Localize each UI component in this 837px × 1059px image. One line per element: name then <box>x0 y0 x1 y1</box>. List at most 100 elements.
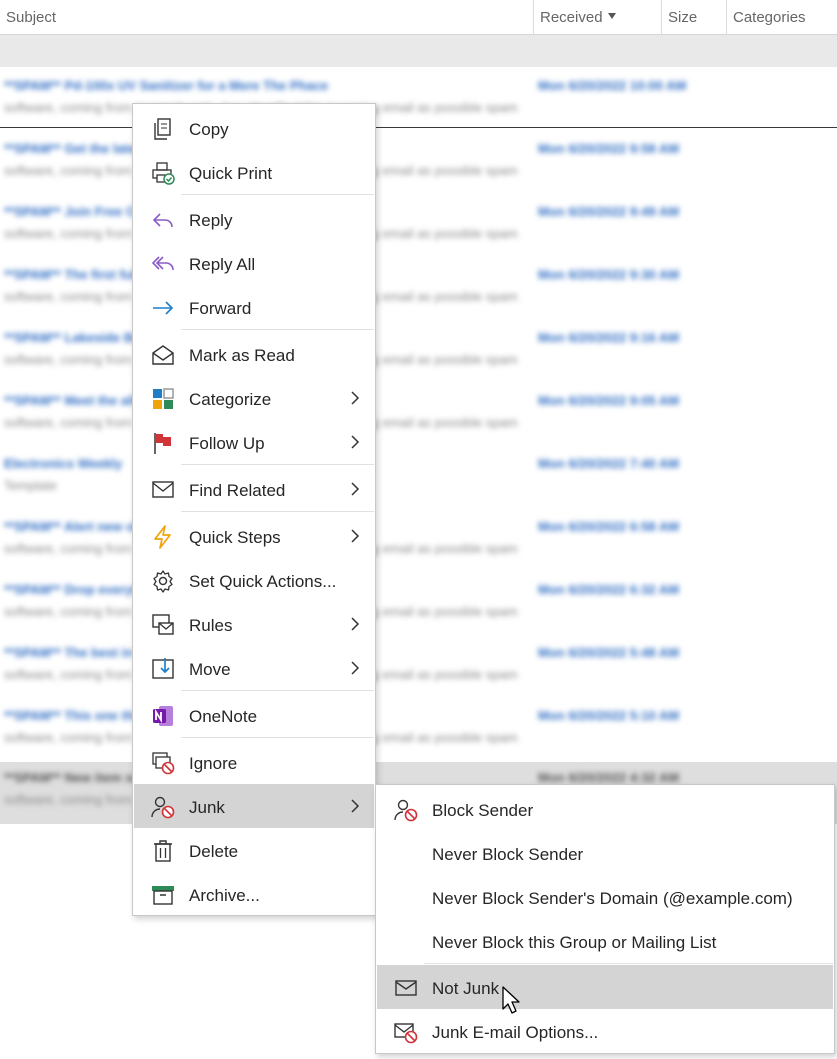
menu-item-forward[interactable]: Forward <box>134 285 374 329</box>
message-date: Mon 6/20/2022 9:05 AM <box>538 393 680 408</box>
menu-item-onenote[interactable]: OneNote <box>134 693 374 737</box>
message-preview: software, coming from 'example.net' - ha… <box>4 163 518 178</box>
menu-item-label: Ignore <box>189 754 238 773</box>
menu-item-label: Never Block Sender's Domain (@example.co… <box>432 889 793 908</box>
menu-item-reply-all[interactable]: Reply All <box>134 241 374 285</box>
menu-item-archive[interactable]: Archive... <box>134 872 374 916</box>
message-row[interactable]: **SPAM** Meet the all new Smartwatch Mon… <box>0 385 837 447</box>
message-preview: software, coming from 'example.net' - ha… <box>4 100 518 115</box>
menu-item-label: Never Block this Group or Mailing List <box>432 933 717 952</box>
forward-arrow-icon <box>153 301 174 315</box>
message-row[interactable]: **SPAM** Join Free Cloud Label Virtual S… <box>0 196 837 258</box>
message-date: Mon 6/20/2022 5:10 AM <box>538 708 680 723</box>
menu-item-label: Copy <box>189 120 229 139</box>
message-date: Mon 6/20/2022 6:58 AM <box>538 519 680 534</box>
chevron-right-icon <box>351 661 360 675</box>
menu-separator <box>181 737 374 738</box>
menu-item-quick-steps[interactable]: Quick Steps <box>134 514 374 558</box>
column-categories-label: Categories <box>733 9 806 26</box>
column-categories[interactable]: Categories <box>726 0 837 35</box>
menu-item-label: Block Sender <box>432 801 534 820</box>
menu-item-not-junk[interactable]: Not Junk <box>377 965 833 1009</box>
rules-icon <box>152 614 174 635</box>
block-sender-icon <box>394 799 418 822</box>
column-subject[interactable]: Subject <box>0 0 533 35</box>
message-row[interactable]: **SPAM** Alert new offer available Mon 6… <box>0 511 837 573</box>
trash-icon <box>154 840 172 862</box>
menu-item-follow-up[interactable]: Follow Up <box>134 420 374 464</box>
menu-item-junk-options[interactable]: Junk E-mail Options... <box>377 1009 833 1053</box>
message-date: Mon 6/20/2022 5:48 AM <box>538 645 680 660</box>
menu-item-junk[interactable]: Junk <box>134 784 374 828</box>
message-row[interactable]: **SPAM** The best in home monitoring mon… <box>0 637 837 699</box>
menu-item-label: Junk <box>189 798 225 817</box>
menu-item-ignore[interactable]: Ignore <box>134 740 374 784</box>
sort-descending-icon <box>607 13 616 20</box>
menu-item-label: Reply <box>189 211 233 230</box>
gear-icon <box>153 570 173 593</box>
menu-item-label: Rules <box>189 616 233 635</box>
menu-item-label: Quick Steps <box>189 528 281 547</box>
menu-item-never-block-domain[interactable]: Never Block Sender's Domain (@example.co… <box>377 875 833 919</box>
menu-item-label: Set Quick Actions... <box>189 572 337 591</box>
menu-item-label: Mark as Read <box>189 346 295 365</box>
chevron-right-icon <box>351 391 360 405</box>
open-envelope-icon <box>152 345 174 365</box>
menu-item-move[interactable]: Move <box>134 646 374 690</box>
message-preview: software, coming from 'example.net' - ha… <box>4 667 518 682</box>
junk-submenu: Block Sender Never Block Sender Never Bl… <box>375 784 835 1054</box>
menu-item-label: Follow Up <box>189 434 265 453</box>
message-preview: software, coming from 'example.net' - ha… <box>4 226 518 241</box>
menu-item-label: Forward <box>189 299 252 318</box>
message-row[interactable]: **SPAM** Lakeside Best Sales Temperature… <box>0 322 837 384</box>
menu-item-categorize[interactable]: Categorize <box>134 376 374 420</box>
message-row[interactable]: **SPAM** This one thing driving drivey M… <box>0 700 837 762</box>
menu-item-copy[interactable]: Copy <box>134 106 374 150</box>
junk-person-block-icon <box>151 796 175 819</box>
menu-item-label: Not Junk <box>432 979 500 998</box>
message-row[interactable]: **SPAM** Drop everything for this Mon 6/… <box>0 574 837 636</box>
menu-item-reply[interactable]: Reply <box>134 197 374 241</box>
message-date: Mon 6/20/2022 9:30 AM <box>538 267 680 282</box>
categorize-icon <box>153 388 174 409</box>
menu-item-rules[interactable]: Rules <box>134 602 374 646</box>
menu-item-label: Delete <box>189 842 239 861</box>
menu-separator <box>181 194 374 195</box>
menu-separator <box>181 690 374 691</box>
column-subject-label: Subject <box>6 9 57 26</box>
message-date: Mon 6/20/2022 7:40 AM <box>538 456 680 471</box>
column-size[interactable]: Size <box>661 0 726 35</box>
chevron-right-icon <box>351 617 360 631</box>
menu-item-set-quick-actions[interactable]: Set Quick Actions... <box>134 558 374 602</box>
onenote-icon <box>153 706 173 726</box>
lightning-icon <box>154 525 171 549</box>
menu-item-mark-as-read[interactable]: Mark as Read <box>134 332 374 376</box>
menu-item-block-sender[interactable]: Block Sender <box>377 787 833 831</box>
message-date: Mon 6/20/2022 6:32 AM <box>538 582 680 597</box>
message-preview: software, coming from 'example.net' - ha… <box>4 289 518 304</box>
menu-item-find-related[interactable]: Find Related <box>134 467 374 511</box>
message-row[interactable]: **SPAM** Pd-100x UV Sanitizer for a Mere… <box>0 70 837 132</box>
message-row[interactable]: **SPAM** The first fully wide arrives to… <box>0 259 837 321</box>
message-preview: software, coming from 'example.net' - ha… <box>4 730 518 745</box>
chevron-right-icon <box>351 435 360 449</box>
message-row[interactable]: Electronics Weekly Mon 6/20/2022 7:40 AM… <box>0 448 837 510</box>
message-subject: **SPAM** Pd-100x UV Sanitizer for a Mere… <box>4 78 329 93</box>
column-received[interactable]: Received <box>533 0 661 35</box>
menu-item-label: OneNote <box>189 707 258 726</box>
mouse-pointer-icon <box>502 986 520 1014</box>
menu-item-never-block-group[interactable]: Never Block this Group or Mailing List <box>377 919 833 963</box>
printer-icon <box>152 162 175 185</box>
reply-all-icon <box>151 256 174 271</box>
archive-box-icon <box>152 886 174 905</box>
envelope-icon <box>152 481 174 498</box>
menu-item-label: Categorize <box>189 390 272 409</box>
message-row[interactable]: **SPAM** Get the latest deals Mon 6/20/2… <box>0 133 837 195</box>
menu-item-never-block-sender[interactable]: Never Block Sender <box>377 831 833 875</box>
menu-separator <box>181 511 374 512</box>
menu-item-delete[interactable]: Delete <box>134 828 374 872</box>
message-date: Mon 6/20/2022 9:16 AM <box>538 330 680 345</box>
copy-icon <box>154 118 171 140</box>
chevron-right-icon <box>351 482 360 496</box>
menu-item-quick-print[interactable]: Quick Print <box>134 150 374 194</box>
